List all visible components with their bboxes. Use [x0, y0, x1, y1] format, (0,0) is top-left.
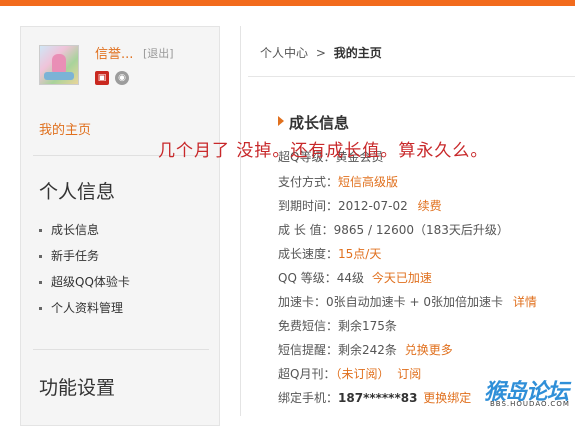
subscribe-link[interactable]: 订阅 — [397, 367, 421, 381]
row-value: 剩余175条 — [338, 319, 397, 333]
row-expiry: 到期时间：2012-07-02 续费 — [278, 197, 442, 214]
row-payment: 支付方式：短信高级版 — [278, 173, 398, 190]
row-label: 到期时间： — [278, 199, 339, 213]
row-label: 成 长 值： — [278, 223, 334, 237]
breadcrumb-separator: > — [315, 46, 326, 60]
sidebar-item-my-home[interactable]: 我的主页 — [39, 119, 91, 138]
details-link[interactable]: 详情 — [513, 295, 537, 309]
row-label: 绑定手机： — [278, 391, 339, 405]
avatar[interactable] — [39, 45, 79, 85]
sidebar-divider — [33, 349, 209, 350]
row-value: （未订阅） — [335, 367, 390, 381]
watermark-url: BBS.HOUDAO.COM — [490, 400, 570, 408]
row-value: 剩余242条 — [338, 343, 397, 357]
row-label: QQ 等级： — [278, 271, 337, 285]
breadcrumb-divider — [248, 76, 575, 77]
row-label: 短信提醒： — [278, 343, 339, 357]
annotation-overlay-text: 几个月了 没掉。还有成长值。算永久么。 — [158, 141, 489, 161]
sidebar-item-svip-trial-card[interactable]: 超级QQ体验卡 — [39, 272, 130, 298]
row-value: 短信高级版 — [338, 175, 399, 189]
sidebar-item-newbie-tasks[interactable]: 新手任务 — [39, 246, 130, 272]
row-speed-cards: 加速卡：0张自动加速卡 + 0张加倍加速卡 详情 — [278, 293, 537, 310]
row-label: 成长速度： — [278, 247, 339, 261]
breadcrumb-current: 我的主页 — [333, 46, 382, 60]
renew-link[interactable]: 续费 — [418, 199, 442, 213]
row-value: 44级 — [336, 271, 364, 285]
sidebar: 信誉... [退出] ▣ ◉ 我的主页 个人信息 成长信息 新手任务 超级QQ体… — [20, 26, 220, 426]
vip-badge-icon[interactable]: ▣ — [95, 71, 109, 85]
avatar-ground — [44, 72, 74, 80]
logout-link[interactable]: [退出] — [143, 45, 174, 61]
growth-section-title: 成长信息 — [289, 114, 350, 132]
sidebar-item-growth-info[interactable]: 成长信息 — [39, 220, 130, 246]
row-value: 187******83 — [338, 391, 418, 405]
sidebar-menu: 成长信息 新手任务 超级QQ体验卡 个人资料管理 — [39, 220, 130, 324]
row-growth-speed: 成长速度：15点/天 — [278, 245, 381, 262]
qq-badge-icon[interactable]: ◉ — [115, 71, 129, 85]
accelerated-today-link[interactable]: 今天已加速 — [372, 271, 432, 285]
row-bound-phone: 绑定手机：187******83 更换绑定 — [278, 389, 471, 406]
main-left-border — [240, 26, 241, 416]
row-label: 支付方式： — [278, 175, 339, 189]
row-label: 加速卡： — [278, 295, 327, 309]
section-title-settings: 功能设置 — [39, 377, 116, 399]
row-value: 2012-07-02 — [338, 199, 408, 213]
row-value: 9865 / 12600（183天后升级） — [333, 223, 509, 237]
row-sms-reminder: 短信提醒：剩余242条 兑换更多 — [278, 341, 453, 358]
redeem-more-link[interactable]: 兑换更多 — [405, 343, 453, 357]
row-label: 免费短信： — [278, 319, 339, 333]
row-value: 0张自动加速卡 + 0张加倍加速卡 — [326, 295, 503, 309]
section-title-personal-info: 个人信息 — [39, 181, 116, 203]
row-label: 超Q月刊： — [278, 367, 336, 381]
change-binding-link[interactable]: 更换绑定 — [423, 391, 471, 405]
username-link[interactable]: 信誉... — [95, 43, 133, 62]
row-growth-value: 成 长 值：9865 / 12600（183天后升级） — [278, 221, 509, 238]
row-monthly-mag: 超Q月刊：（未订阅） 订阅 — [278, 365, 421, 382]
forum-watermark: 猴岛论坛 BBS.HOUDAO.COM — [482, 374, 575, 412]
section-arrow-icon — [278, 116, 284, 126]
row-free-sms: 免费短信：剩余175条 — [278, 317, 397, 334]
row-qq-level: QQ 等级：44级 今天已加速 — [278, 269, 432, 286]
breadcrumb-root[interactable]: 个人中心 — [260, 46, 308, 60]
sidebar-item-profile-management[interactable]: 个人资料管理 — [39, 298, 130, 324]
top-accent-bar — [0, 0, 575, 6]
row-value: 15点/天 — [338, 247, 382, 261]
breadcrumb: 个人中心 > 我的主页 — [260, 44, 382, 61]
